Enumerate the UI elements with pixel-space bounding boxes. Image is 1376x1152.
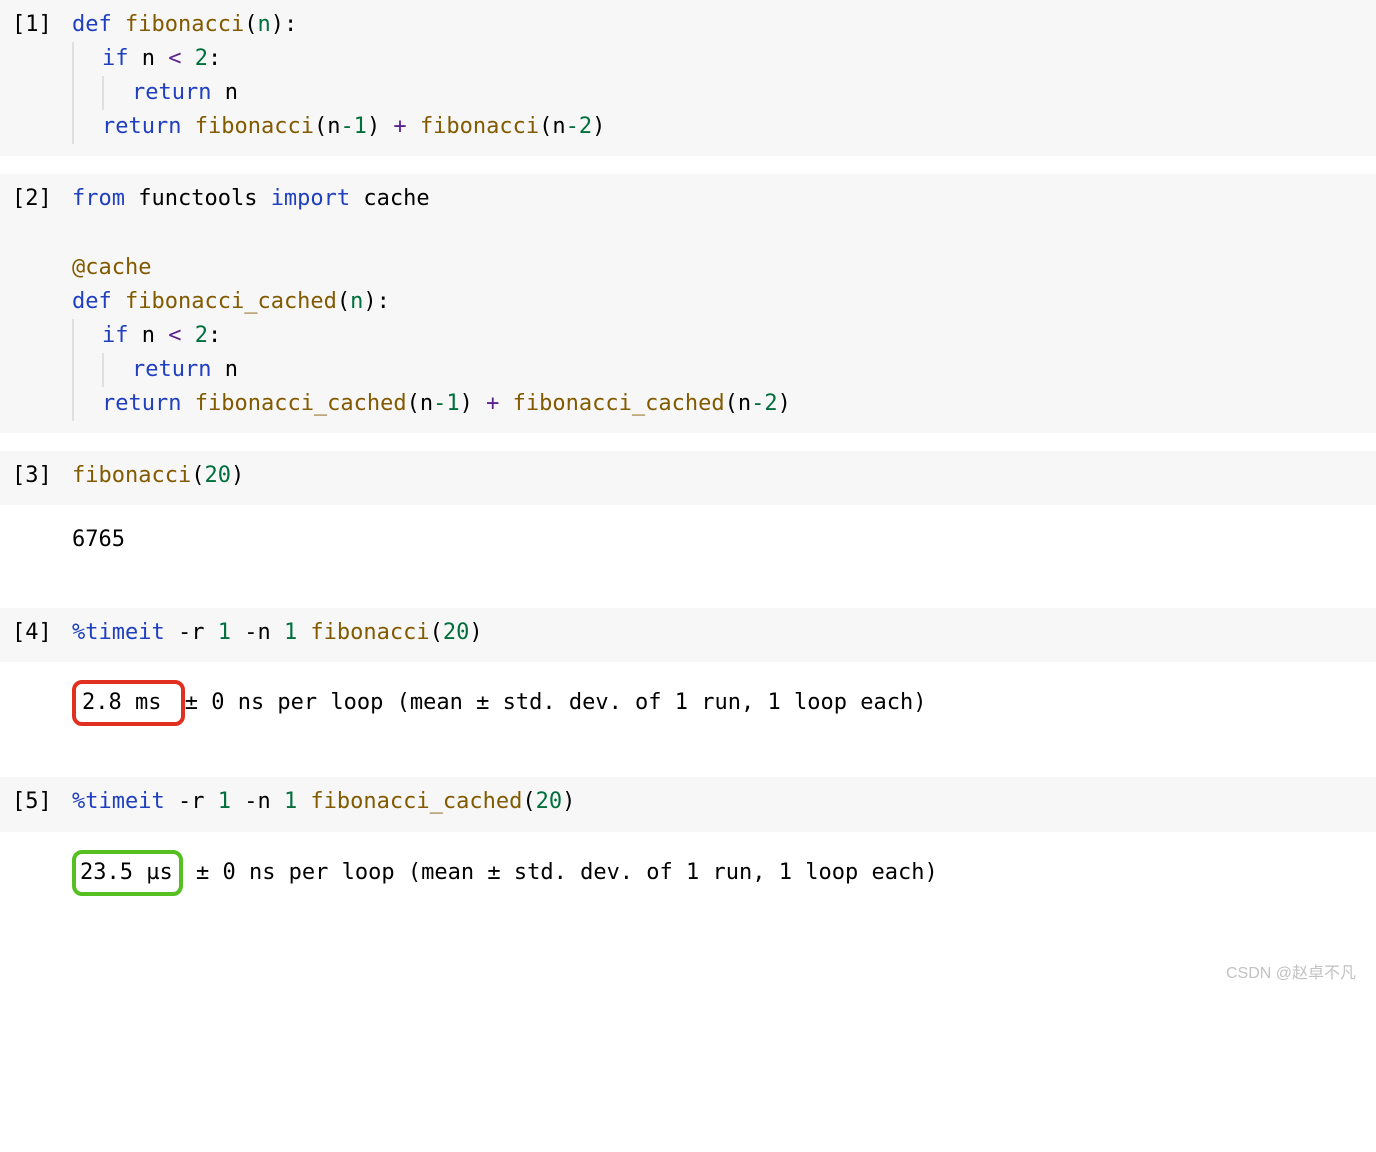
output-cell-5: [ ] 23.5 µs ± 0 ns per loop (mean ± std.… bbox=[0, 850, 1376, 904]
code-block[interactable]: def fibonacci(n): if n < 2: return n ret… bbox=[72, 8, 1364, 144]
output-text: 6765 bbox=[72, 523, 1364, 557]
watermark-text: CSDN @赵卓不凡 bbox=[0, 922, 1376, 997]
cell-prompt: [2] bbox=[12, 182, 72, 216]
highlight-green: 23.5 µs bbox=[72, 850, 183, 896]
func-name: fibonacci bbox=[125, 12, 244, 37]
cell-prompt: [5] bbox=[12, 785, 72, 819]
output-text: 2.8 ms ± 0 ns per loop (mean ± std. dev.… bbox=[72, 680, 1364, 726]
code-block[interactable]: %timeit -r 1 -n 1 fibonacci_cached(20) bbox=[72, 785, 1364, 819]
cell-prompt: [4] bbox=[12, 616, 72, 650]
code-block[interactable]: from functools import cache @cache def f… bbox=[72, 182, 1364, 421]
output-cell-4: [ ] 2.8 ms ± 0 ns per loop (mean ± std. … bbox=[0, 680, 1376, 734]
output-cell-3: [ ] 6765 bbox=[0, 523, 1376, 565]
code-cell-2[interactable]: [2] from functools import cache @cache d… bbox=[0, 174, 1376, 433]
cell-prompt: [1] bbox=[12, 8, 72, 42]
code-block[interactable]: fibonacci(20) bbox=[72, 459, 1364, 493]
code-cell-4[interactable]: [4] %timeit -r 1 -n 1 fibonacci(20) bbox=[0, 608, 1376, 662]
code-block[interactable]: %timeit -r 1 -n 1 fibonacci(20) bbox=[72, 616, 1364, 650]
code-cell-1[interactable]: [1] def fibonacci(n): if n < 2: return n… bbox=[0, 0, 1376, 156]
code-cell-3[interactable]: [3] fibonacci(20) bbox=[0, 451, 1376, 505]
cell-prompt: [3] bbox=[12, 459, 72, 493]
keyword-def: def bbox=[72, 12, 112, 37]
code-cell-5[interactable]: [5] %timeit -r 1 -n 1 fibonacci_cached(2… bbox=[0, 777, 1376, 831]
output-text: 23.5 µs ± 0 ns per loop (mean ± std. dev… bbox=[72, 850, 1364, 896]
highlight-red: 2.8 ms bbox=[72, 680, 185, 726]
